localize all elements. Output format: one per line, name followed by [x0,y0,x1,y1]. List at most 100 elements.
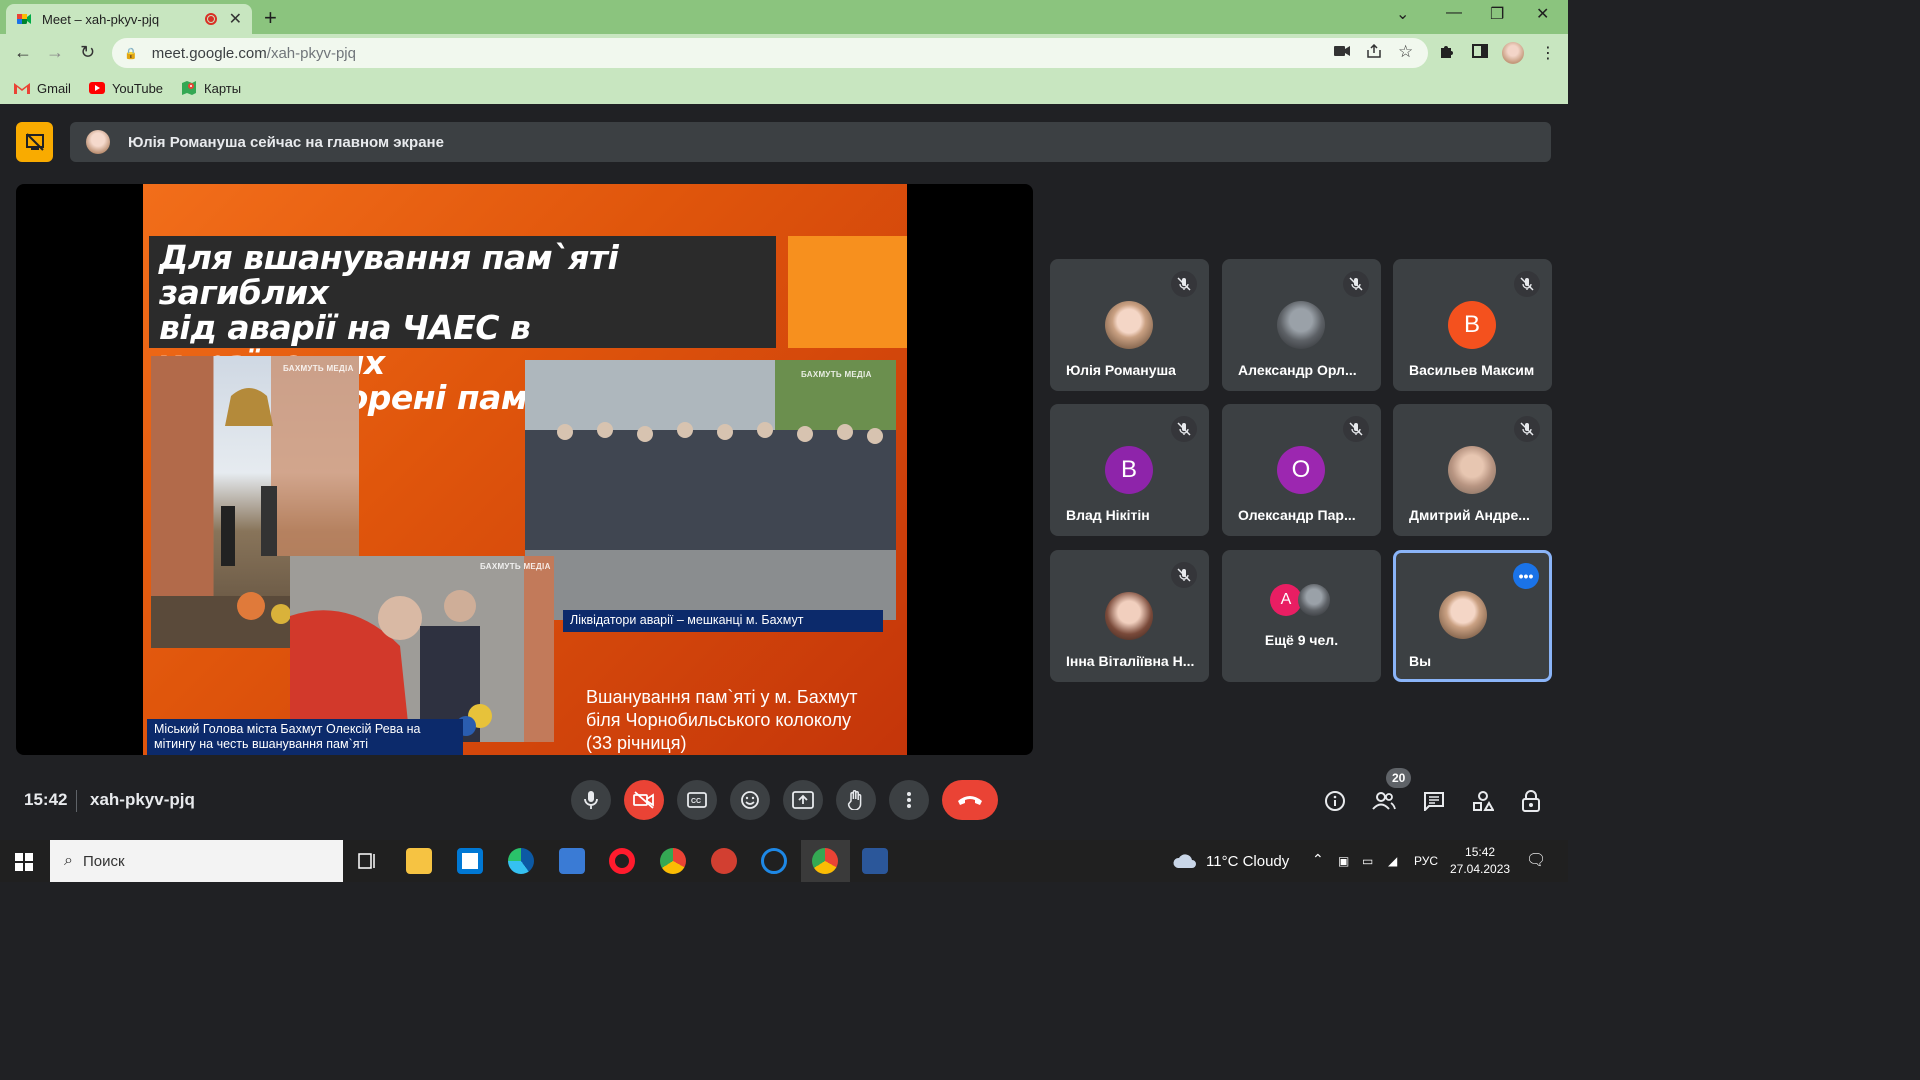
url-host: meet.google.com [151,44,267,62]
maps-icon [182,81,197,95]
leave-call-button[interactable] [942,780,998,820]
file-explorer-icon[interactable] [406,848,432,874]
side-panel-icon[interactable] [1472,43,1488,64]
weather-text: 11°C Cloudy [1206,852,1290,870]
task-view-icon[interactable] [356,850,382,876]
mayor-photo-illustration [290,556,554,742]
app-icon[interactable] [711,848,737,874]
app-icon[interactable] [559,848,585,874]
more-participants-label: Ещё 9 чел. [1264,632,1339,648]
meeting-details-button[interactable] [1322,788,1348,814]
raise-hand-button[interactable] [836,780,876,820]
self-avatar [1439,591,1487,639]
captions-button[interactable]: CC [677,780,717,820]
participant-tile[interactable]: Александр Орл... [1222,259,1381,391]
taskbar-search[interactable]: ⌕ Поиск [50,840,343,882]
slide-title-box: Для вшанування пам`яті загиблих від авар… [149,236,776,415]
camera-off-button[interactable] [624,780,664,820]
browser-tabstrip: Meet – xah-pkyv-pjq ✕ + ⌄ — ❐ ✕ [0,0,1568,34]
show-hidden-icons[interactable]: ⌃ [1312,851,1324,868]
reactions-button[interactable] [730,780,770,820]
ccleaner-icon[interactable] [761,848,787,874]
profile-avatar[interactable] [1502,42,1524,64]
input-language[interactable]: РУС [1414,854,1438,868]
new-tab-button[interactable]: + [264,5,277,31]
opera-icon[interactable] [609,848,635,874]
caption-liquidators: Ліквідатори аварії – мешканці м. Бахмут [563,610,883,632]
tab-search-icon[interactable]: ⌄ [1396,4,1409,24]
bookmark-maps[interactable]: Карты [181,80,241,96]
search-icon: ⌕ [64,852,73,869]
forward-button[interactable]: → [46,42,64,63]
word-icon[interactable] [862,848,888,874]
close-window-button[interactable]: ✕ [1536,4,1549,24]
unpin-presentation-button[interactable] [16,122,53,162]
chat-icon [1424,792,1444,811]
gmail-icon [14,83,30,94]
liquidators-group-photo: БАХМУТЬ МЕДІА [525,360,896,620]
share-icon[interactable] [1366,43,1382,62]
restore-button[interactable]: ❐ [1490,4,1504,24]
camera-off-icon [633,791,654,809]
participant-avatar: В [1448,301,1496,349]
present-screen-button[interactable] [783,780,823,820]
people-button[interactable] [1371,788,1397,814]
svg-text:CC: CC [691,798,701,805]
close-tab-icon[interactable]: ✕ [229,9,242,29]
participant-tile[interactable]: Юлія Романуша [1050,259,1209,391]
participant-tile[interactable]: Інна Віталіївна Н... [1050,550,1209,682]
slide-body-line2: біля Чорнобильського колоколу [586,710,852,730]
mic-off-icon [1171,562,1197,588]
participant-name: Олександр Пар... [1238,507,1356,523]
meet-tray-icon[interactable]: ▣ [1338,854,1349,868]
edge-icon[interactable] [508,848,534,874]
bookmark-star-icon[interactable]: ☆ [1398,42,1413,62]
lock-icon[interactable]: 🔒 [124,47,138,60]
presentation-off-icon [25,133,44,151]
bookmarks-bar: Gmail YouTube Карты [0,72,1568,104]
browser-toolbar: ← → ↻ 🔒 meet.google.com/xah-pkyv-pjq ☆ ⋮ [0,34,1568,72]
camera-in-use-icon[interactable] [1334,44,1350,61]
self-tile[interactable]: ••• Вы [1393,550,1552,682]
bookmark-gmail[interactable]: Gmail [14,81,71,96]
address-bar[interactable]: 🔒 meet.google.com/xah-pkyv-pjq [112,38,1428,68]
mic-off-icon [1343,416,1369,442]
bookmark-youtube[interactable]: YouTube [88,81,163,96]
battery-icon[interactable]: ▭ [1362,854,1373,868]
recording-icon [204,13,217,25]
more-participants-tile[interactable]: A Ещё 9 чел. [1222,550,1381,682]
network-icon[interactable]: ◢ [1388,854,1397,868]
minimize-button[interactable]: — [1446,4,1462,22]
host-controls-button[interactable] [1518,788,1544,814]
participant-tile[interactable]: В Влад Нікітін [1050,404,1209,536]
taskbar-date: 27.04.2023 [1450,862,1511,876]
taskbar-clock[interactable]: 15:42 27.04.2023 [1450,844,1510,878]
participant-tile[interactable]: В Васильев Максим [1393,259,1552,391]
microsoft-store-icon[interactable] [457,848,483,874]
meet-app: Юлія Романуша сейчас на главном экране Д… [0,104,1568,840]
more-options-button[interactable] [889,780,929,820]
microphone-button[interactable] [571,780,611,820]
weather-widget[interactable]: 11°C Cloudy [1172,852,1289,870]
participant-tile[interactable]: Дмитрий Андре... [1393,404,1552,536]
notifications-icon[interactable]: 🗨 [1526,850,1546,870]
divider [76,790,77,812]
windows-start-icon[interactable] [15,853,33,871]
back-button[interactable]: ← [14,42,32,63]
browser-tab-meet[interactable]: Meet – xah-pkyv-pjq ✕ [6,4,252,34]
reload-button[interactable]: ↻ [80,42,95,63]
mayor-flowers-photo: БАХМУТЬ МЕДІА [290,556,554,742]
browser-menu-icon[interactable]: ⋮ [1540,43,1556,63]
activities-button[interactable] [1470,788,1496,814]
windows-taskbar: ⌕ Поиск 11°C Cloudy ⌃ ▣ ▭ ◢ РУС 15:42 27… [0,840,1568,882]
chat-button[interactable] [1421,788,1447,814]
participant-avatar: В [1105,446,1153,494]
chrome-icon[interactable] [660,848,686,874]
extensions-icon[interactable] [1438,43,1454,64]
more-options-icon[interactable]: ••• [1513,563,1539,589]
caption-mayor: Міський Голова міста Бахмут Олексій Рева… [147,719,463,755]
participant-name: Інна Віталіївна Н... [1066,653,1195,669]
bookmark-label: Карты [204,80,242,96]
chrome-active-icon[interactable] [812,848,838,874]
participant-tile[interactable]: О Олександр Пар... [1222,404,1381,536]
